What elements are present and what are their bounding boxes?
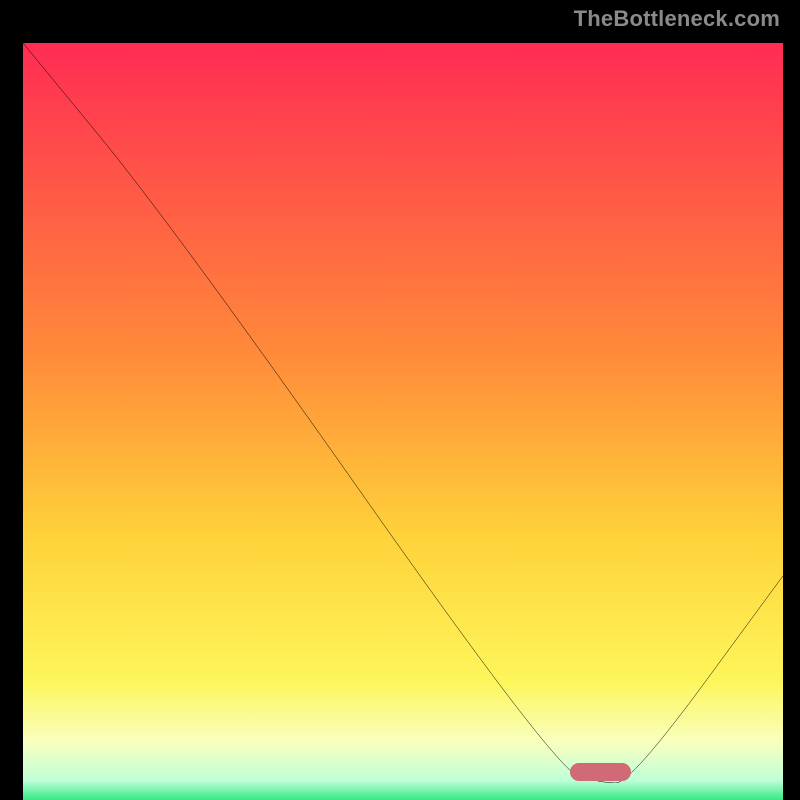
plot-area [20, 40, 786, 786]
watermark-text: TheBottleneck.com [574, 6, 780, 32]
optimal-range-marker [570, 763, 631, 781]
bottleneck-curve [23, 43, 783, 783]
bottleneck-chart: TheBottleneck.com [0, 0, 800, 800]
